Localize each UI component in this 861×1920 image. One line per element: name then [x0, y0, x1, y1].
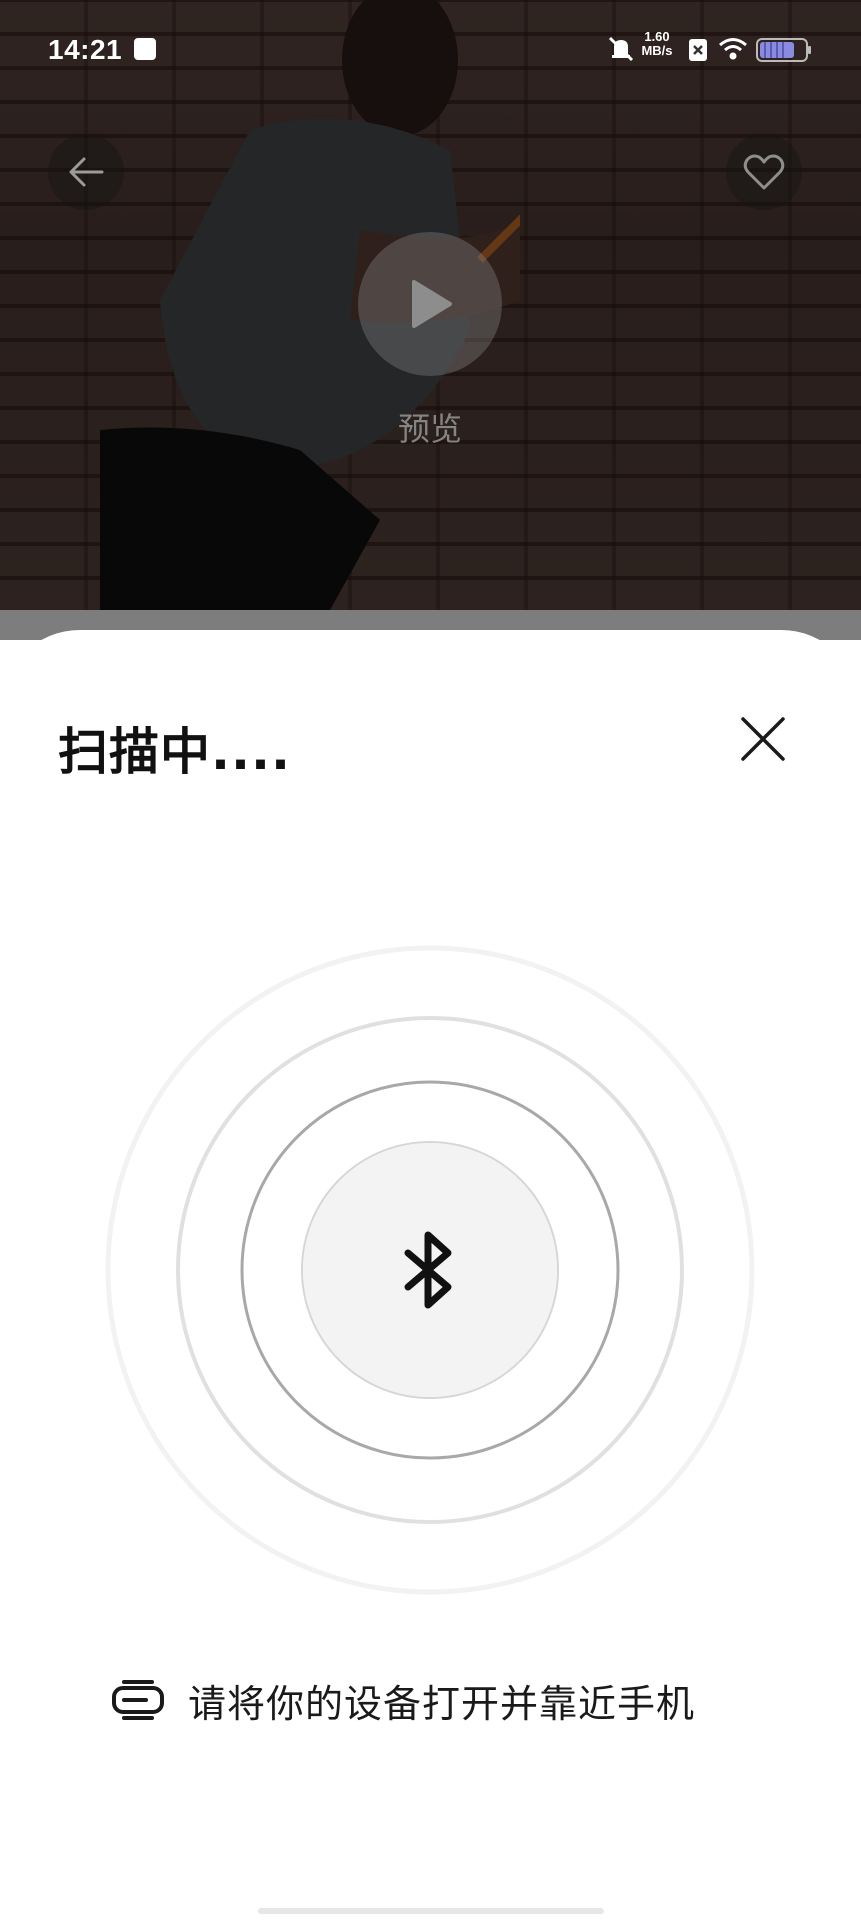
wifi-icon: [719, 38, 747, 60]
scan-hint: 请将你的设备打开并靠近手机: [110, 1668, 695, 1732]
bluetooth-center: [303, 1143, 557, 1397]
status-time: 14:21: [48, 34, 123, 65]
scan-sheet: 扫描中.... 请将你的设备打开并靠近手机: [0, 630, 861, 1920]
back-arrow-icon: [69, 157, 104, 187]
hint-text: 请将你的设备打开并靠近手机: [188, 1681, 696, 1726]
scan-radar: [100, 940, 760, 1600]
favorite-button[interactable]: [726, 134, 802, 210]
network-speed-unit: MB/s: [641, 43, 673, 58]
sim-x-icon: [689, 39, 707, 61]
status-bar: 14:21 1.60 MB/s: [0, 28, 861, 72]
device-icon: [112, 1680, 164, 1720]
back-button[interactable]: [48, 134, 124, 210]
heart-icon: [743, 154, 785, 190]
network-speed: 1.60 MB/s: [635, 30, 679, 58]
play-icon: [412, 280, 452, 328]
calendar-icon: [134, 38, 156, 60]
mute-bell-icon: [608, 36, 634, 62]
network-speed-value: 1.60: [644, 29, 670, 44]
sheet-title: 扫描中....: [58, 723, 291, 781]
home-indicator[interactable]: [258, 1908, 604, 1914]
play-button[interactable]: [358, 232, 502, 376]
close-icon: [741, 717, 785, 761]
battery-icon: [756, 38, 811, 62]
close-button[interactable]: [736, 712, 790, 766]
preview-label: 预览: [397, 410, 462, 448]
bluetooth-icon: [404, 1231, 452, 1309]
